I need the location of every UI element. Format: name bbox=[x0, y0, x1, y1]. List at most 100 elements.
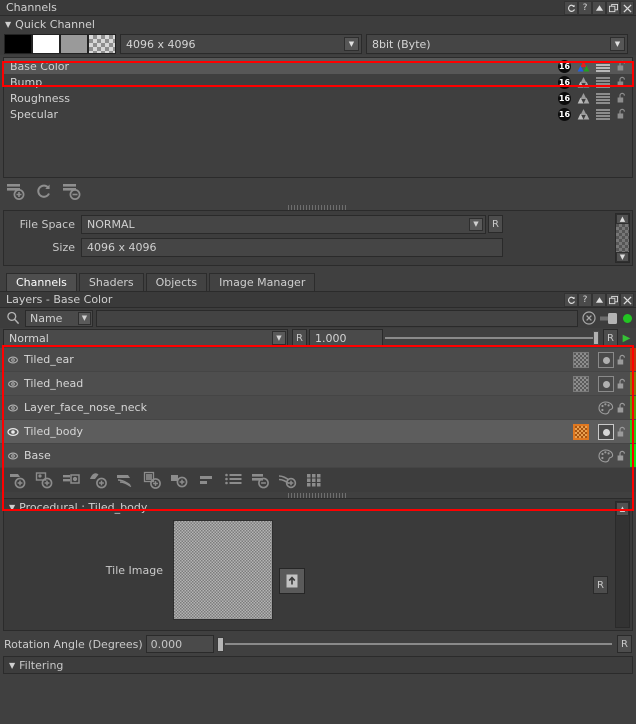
channel-row-roughness[interactable]: Roughness 16 bbox=[4, 90, 632, 106]
layer-row-layer-face-nose-neck[interactable]: Layer_face_nose_neck bbox=[0, 396, 636, 420]
close-icon[interactable] bbox=[620, 1, 634, 15]
remove-channel-icon[interactable] bbox=[62, 182, 82, 200]
lock-open-icon[interactable] bbox=[616, 92, 628, 104]
gray-swatch[interactable] bbox=[60, 34, 88, 54]
scrollbar-thumb[interactable] bbox=[616, 224, 629, 252]
scroll-up-arrow-icon[interactable]: ▲ bbox=[616, 502, 629, 516]
tab-objects[interactable]: Objects bbox=[145, 273, 208, 291]
add-new-icon[interactable] bbox=[170, 471, 190, 489]
add-procedural-layer-icon[interactable] bbox=[35, 471, 55, 489]
rotation-reset-button[interactable]: R bbox=[617, 635, 632, 653]
add-mask-icon[interactable] bbox=[89, 471, 109, 489]
lock-open-icon[interactable] bbox=[616, 60, 628, 72]
layer-mask-icon[interactable] bbox=[598, 424, 614, 440]
remove-layer-icon[interactable] bbox=[251, 471, 271, 489]
scrollbar-track[interactable] bbox=[616, 516, 629, 627]
color-channel-icon[interactable] bbox=[577, 60, 590, 73]
layer-mask-icon[interactable] bbox=[598, 376, 614, 392]
color-channel-icon[interactable] bbox=[577, 92, 590, 105]
visibility-toggle-icon[interactable] bbox=[7, 355, 19, 365]
play-icon[interactable]: ▶ bbox=[620, 329, 633, 347]
checker-swatch[interactable] bbox=[88, 34, 116, 54]
visibility-toggle-icon[interactable] bbox=[7, 427, 19, 437]
procedural-scrollbar[interactable]: ▲ bbox=[615, 501, 630, 628]
restore-icon[interactable] bbox=[606, 1, 620, 15]
size-value-field[interactable]: 4096 x 4096 bbox=[81, 237, 503, 257]
add-paint-layer-icon[interactable] bbox=[8, 471, 28, 489]
channel-menu-icon[interactable] bbox=[596, 60, 610, 72]
layer-thumbnail-icon[interactable] bbox=[573, 352, 589, 368]
clear-search-icon[interactable] bbox=[581, 311, 597, 325]
add-adjustment-layer-icon[interactable] bbox=[62, 471, 82, 489]
close-icon[interactable] bbox=[620, 293, 634, 307]
blend-mode-reset-button[interactable]: R bbox=[292, 329, 307, 347]
tab-shaders[interactable]: Shaders bbox=[78, 273, 144, 291]
tab-channels[interactable]: Channels bbox=[6, 273, 77, 291]
lock-open-icon[interactable] bbox=[616, 108, 628, 120]
lock-open-icon[interactable] bbox=[616, 76, 628, 88]
opacity-slider[interactable] bbox=[385, 329, 599, 347]
channel-menu-icon[interactable] bbox=[596, 108, 610, 120]
lock-open-icon[interactable] bbox=[616, 426, 628, 438]
restore-icon[interactable] bbox=[606, 293, 620, 307]
layer-row-tiled-ear[interactable]: Tiled_ear bbox=[0, 348, 636, 372]
flatten-icon[interactable] bbox=[197, 471, 217, 489]
paint-palette-icon[interactable] bbox=[598, 401, 614, 415]
procedural-header[interactable]: ▼ Procedural : Tiled_body bbox=[4, 499, 632, 516]
tile-image-thumbnail[interactable] bbox=[173, 520, 273, 620]
add-group-icon[interactable] bbox=[116, 471, 136, 489]
slider-thumb[interactable] bbox=[593, 331, 599, 345]
channel-row-base-color[interactable]: Base Color 16 bbox=[4, 58, 632, 74]
duplicate-layer-icon[interactable] bbox=[278, 471, 298, 489]
visibility-toggle-icon[interactable] bbox=[7, 451, 19, 461]
slider-thumb[interactable] bbox=[216, 636, 224, 652]
layer-row-tiled-body[interactable]: Tiled_body bbox=[0, 420, 636, 444]
color-channel-icon[interactable] bbox=[577, 76, 590, 89]
list-view-icon[interactable] bbox=[224, 471, 244, 489]
properties-scrollbar[interactable]: ▲ ▼ bbox=[615, 213, 630, 263]
channel-menu-icon[interactable] bbox=[596, 92, 610, 104]
grid-view-icon[interactable] bbox=[305, 471, 325, 489]
filtering-section-header[interactable]: ▼ Filtering bbox=[3, 656, 633, 674]
paint-palette-icon[interactable] bbox=[598, 449, 614, 463]
white-swatch[interactable] bbox=[32, 34, 60, 54]
search-filter-dropdown[interactable]: Name ▼ bbox=[25, 309, 93, 327]
visibility-toggle-icon[interactable] bbox=[7, 403, 19, 413]
scroll-down-arrow-icon[interactable]: ▼ bbox=[616, 252, 629, 262]
resolution-dropdown[interactable]: 4096 x 4096 ▼ bbox=[120, 34, 362, 54]
channel-row-bump[interactable]: Bump 16 bbox=[4, 74, 632, 90]
add-channel-icon[interactable] bbox=[6, 182, 26, 200]
rotation-angle-slider[interactable] bbox=[216, 635, 612, 653]
channel-row-specular[interactable]: Specular 16 bbox=[4, 106, 632, 122]
layer-mask-icon[interactable] bbox=[598, 352, 614, 368]
quick-channel-header[interactable]: ▼ Quick Channel bbox=[0, 16, 636, 33]
visibility-toggle-icon[interactable] bbox=[7, 379, 19, 389]
lock-open-icon[interactable] bbox=[616, 450, 628, 462]
tab-image-manager[interactable]: Image Manager bbox=[209, 273, 316, 291]
file-space-reset-button[interactable]: R bbox=[488, 215, 503, 233]
layer-row-tiled-head[interactable]: Tiled_head bbox=[0, 372, 636, 396]
layer-thumbnail-icon[interactable] bbox=[573, 424, 589, 440]
channel-menu-icon[interactable] bbox=[596, 76, 610, 88]
color-channel-icon[interactable] bbox=[577, 108, 590, 121]
refresh-channel-icon[interactable] bbox=[34, 182, 54, 200]
blend-mode-dropdown[interactable]: Normal ▼ bbox=[3, 329, 288, 347]
refresh-icon[interactable] bbox=[564, 293, 578, 307]
layer-row-base[interactable]: Base bbox=[0, 444, 636, 468]
scrollbar-track[interactable] bbox=[616, 224, 629, 252]
collapse-icon[interactable] bbox=[592, 293, 606, 307]
collapse-icon[interactable] bbox=[592, 1, 606, 15]
black-swatch[interactable] bbox=[4, 34, 32, 54]
search-toggle-switch[interactable] bbox=[600, 312, 620, 324]
help-icon[interactable]: ? bbox=[578, 1, 592, 15]
rotation-angle-field[interactable]: 0.000 bbox=[145, 635, 214, 653]
scroll-up-arrow-icon[interactable]: ▲ bbox=[616, 214, 629, 224]
opacity-reset-button[interactable]: R bbox=[603, 329, 618, 347]
lock-open-icon[interactable] bbox=[616, 378, 628, 390]
bit-depth-dropdown[interactable]: 8bit (Byte) ▼ bbox=[366, 34, 628, 54]
refresh-icon[interactable] bbox=[564, 1, 578, 15]
add-channel-layer-icon[interactable] bbox=[143, 471, 163, 489]
load-image-icon[interactable] bbox=[279, 568, 305, 594]
layer-thumbnail-icon[interactable] bbox=[573, 376, 589, 392]
lock-open-icon[interactable] bbox=[616, 402, 628, 414]
